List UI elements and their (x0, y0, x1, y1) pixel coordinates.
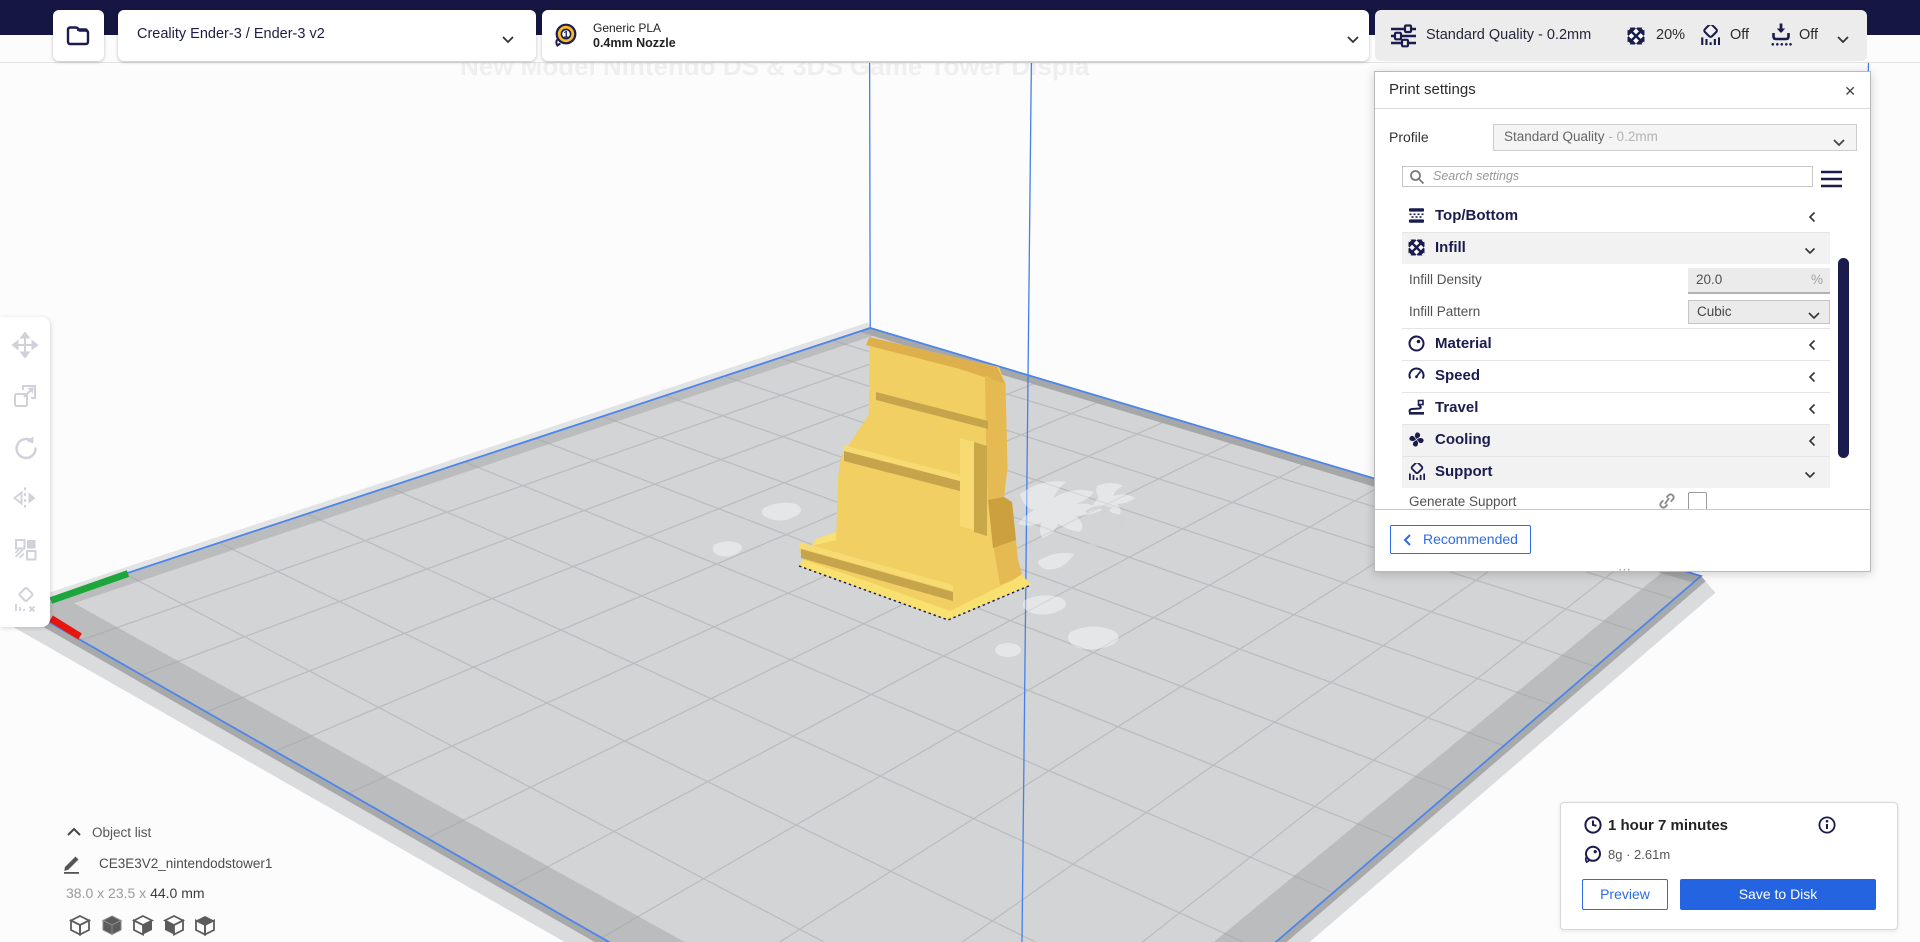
svg-text:1: 1 (563, 29, 569, 40)
